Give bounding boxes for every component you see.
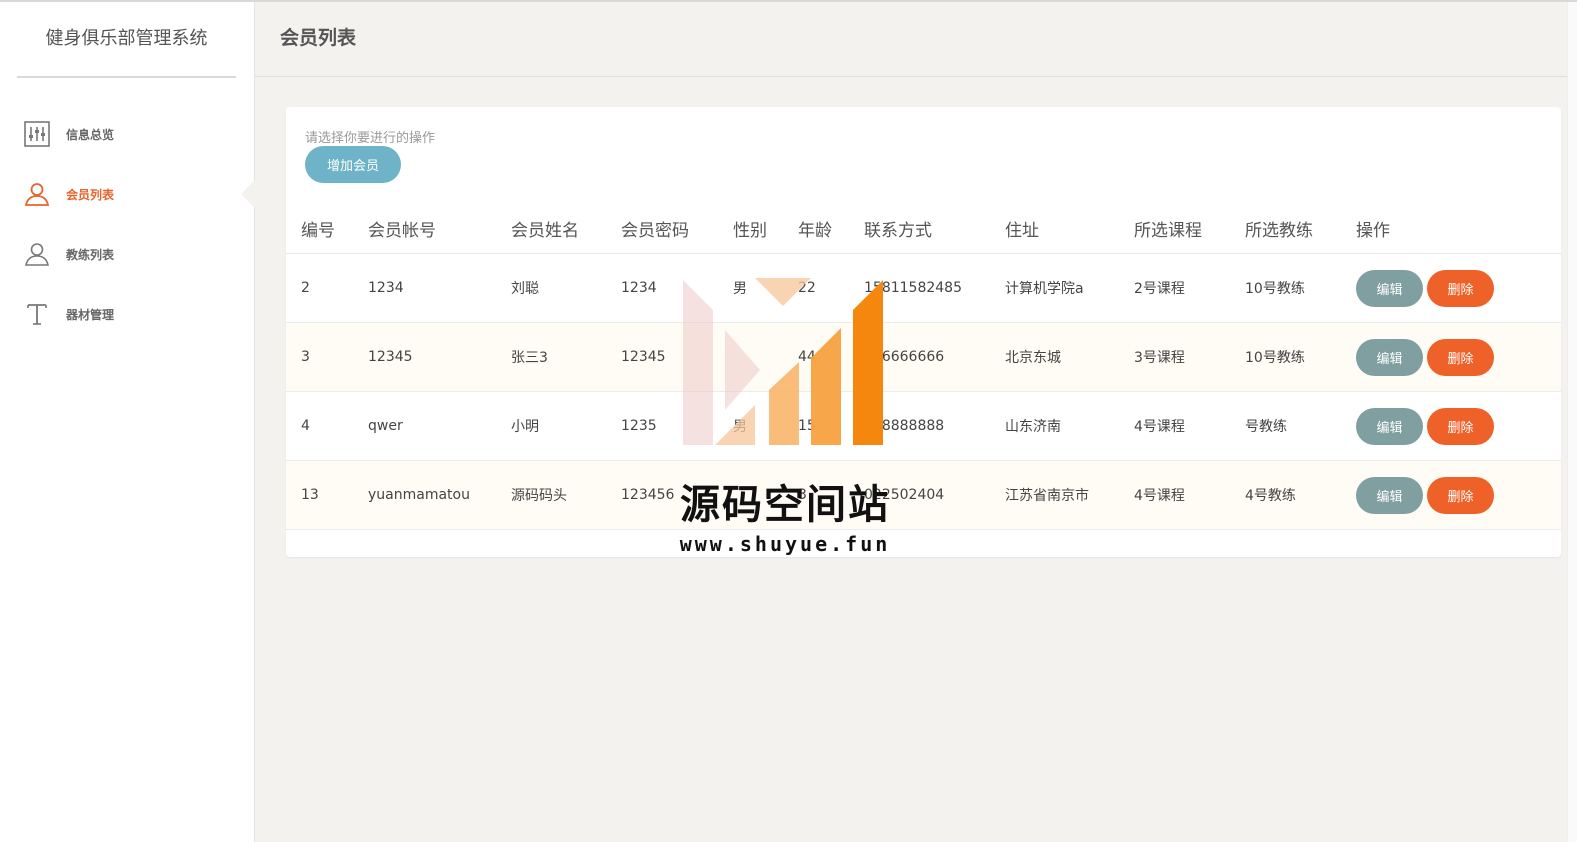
- cell-coach: 10号教练: [1230, 253, 1341, 323]
- cell-actions: 编辑 删除: [1341, 460, 1561, 530]
- delete-button[interactable]: 删除: [1427, 338, 1494, 376]
- sidebar-item-label: 教练列表: [66, 247, 115, 262]
- cell-id: 2: [286, 253, 353, 323]
- cell-id: 3: [286, 322, 353, 392]
- cell-age: 44: [783, 322, 849, 392]
- member-card: 请选择你要进行的操作 增加会员 编号 会员帐号 会员姓名 会员密码 性别 年龄 …: [286, 107, 1561, 557]
- cell-course: 3号课程: [1119, 322, 1230, 392]
- delete-button[interactable]: 删除: [1427, 407, 1494, 445]
- column-header: 操作: [1341, 203, 1561, 254]
- cell-age: 15: [783, 391, 849, 461]
- sidebar-nav: 信息总览 会员列表 教练列表 器材管理: [0, 104, 255, 344]
- cell-phone: 666666666: [849, 322, 990, 392]
- cell-address: 山东济南: [990, 391, 1119, 461]
- column-header: 所选教练: [1230, 203, 1341, 254]
- table-row: 13 yuanmamatou 源码码头 123456 3 022502404 江…: [286, 460, 1561, 530]
- column-header: 编号: [286, 203, 353, 254]
- cell-coach: 4号教练: [1230, 460, 1341, 530]
- column-header: 所选课程: [1119, 203, 1230, 254]
- edit-button[interactable]: 编辑: [1356, 476, 1423, 514]
- cell-password: 12345: [606, 322, 718, 392]
- cell-address: 北京东城: [990, 322, 1119, 392]
- cell-address: 江苏省南京市: [990, 460, 1119, 530]
- cell-actions: 编辑 删除: [1341, 253, 1561, 323]
- user-icon: [24, 181, 50, 207]
- cell-password: 1234: [606, 253, 718, 323]
- table-row: 4 qwer 小明 1235 男 15 888888888 山东济南 4号课程 …: [286, 391, 1561, 461]
- cell-course: 4号课程: [1119, 460, 1230, 530]
- sidebar-item-label: 信息总览: [66, 127, 115, 142]
- sidebar: 健身俱乐部管理系统 信息总览 会员列表 教练列表 器材管理: [0, 2, 255, 842]
- cell-phone: 888888888: [849, 391, 990, 461]
- cell-coach: 号教练: [1230, 391, 1341, 461]
- column-header: 性别: [718, 203, 783, 254]
- cell-id: 13: [286, 460, 353, 530]
- cell-name: 张三3: [496, 322, 606, 392]
- cell-gender: [718, 322, 783, 392]
- cell-account: qwer: [353, 391, 496, 461]
- sidebar-item-label: 器材管理: [66, 307, 115, 322]
- scrollbar[interactable]: [1567, 2, 1577, 842]
- cell-account: 12345: [353, 322, 496, 392]
- cell-coach: 10号教练: [1230, 322, 1341, 392]
- add-member-button[interactable]: 增加会员: [305, 146, 401, 183]
- column-header: 住址: [990, 203, 1119, 254]
- active-indicator: [241, 180, 255, 208]
- edit-button[interactable]: 编辑: [1356, 407, 1423, 445]
- cell-gender: 男: [718, 253, 783, 323]
- column-header: 会员帐号: [353, 203, 496, 254]
- cell-address: 计算机学院a: [990, 253, 1119, 323]
- table-row: 2 1234 刘聪 1234 男 22 15811582485 计算机学院a 2…: [286, 253, 1561, 323]
- cell-course: 2号课程: [1119, 253, 1230, 323]
- column-header: 会员姓名: [496, 203, 606, 254]
- cell-phone: 15811582485: [849, 253, 990, 323]
- cell-age: 22: [783, 253, 849, 323]
- cell-id: 4: [286, 391, 353, 461]
- page-header: 会员列表: [255, 2, 1577, 77]
- cell-name: 源码码头: [496, 460, 606, 530]
- sidebar-item-label: 会员列表: [66, 187, 115, 202]
- cell-actions: 编辑 删除: [1341, 391, 1561, 461]
- cell-name: 刘聪: [496, 253, 606, 323]
- column-header: 会员密码: [606, 203, 718, 254]
- sidebar-item-coaches[interactable]: 教练列表: [0, 224, 254, 284]
- user-outline-icon: [24, 241, 50, 267]
- action-hint: 请选择你要进行的操作: [305, 131, 436, 146]
- delete-button[interactable]: 删除: [1427, 476, 1494, 514]
- cell-name: 小明: [496, 391, 606, 461]
- column-header: 年龄: [783, 203, 849, 254]
- member-table: 编号 会员帐号 会员姓名 会员密码 性别 年龄 联系方式 住址 所选课程 所选教…: [286, 203, 1561, 530]
- app-title: 健身俱乐部管理系统: [17, 2, 236, 78]
- edit-button[interactable]: 编辑: [1356, 269, 1423, 307]
- cell-account: yuanmamatou: [353, 460, 496, 530]
- watermark-url: www.shuyue.fun: [679, 532, 891, 556]
- table-row: 3 12345 张三3 12345 44 666666666 北京东城 3号课程…: [286, 322, 1561, 392]
- column-header: 联系方式: [849, 203, 990, 254]
- page-title: 会员列表: [280, 27, 357, 49]
- edit-button[interactable]: 编辑: [1356, 338, 1423, 376]
- cell-account: 1234: [353, 253, 496, 323]
- sliders-icon: [24, 121, 50, 147]
- delete-button[interactable]: 删除: [1427, 269, 1494, 307]
- sidebar-item-equipment[interactable]: 器材管理: [0, 284, 254, 344]
- sidebar-item-members[interactable]: 会员列表: [0, 164, 255, 224]
- text-t-icon: [24, 301, 50, 327]
- cell-password: 1235: [606, 391, 718, 461]
- cell-gender: 男: [718, 391, 783, 461]
- watermark-title: 源码空间站: [680, 482, 890, 528]
- cell-course: 4号课程: [1119, 391, 1230, 461]
- sidebar-item-overview[interactable]: 信息总览: [0, 104, 254, 164]
- table-header-row: 编号 会员帐号 会员姓名 会员密码 性别 年龄 联系方式 住址 所选课程 所选教…: [286, 203, 1561, 254]
- cell-actions: 编辑 删除: [1341, 322, 1561, 392]
